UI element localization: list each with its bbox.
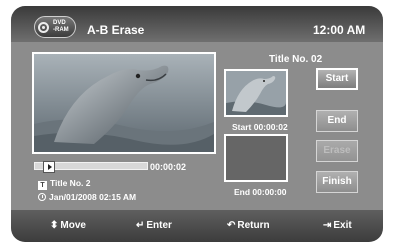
exit-label: Exit: [333, 220, 352, 231]
up-down-arrows-icon: ⬍: [50, 220, 59, 231]
dvd-ram-badge: DVD -RAM: [34, 16, 76, 38]
exit-hint[interactable]: ⇥ Exit: [323, 220, 352, 231]
date-label: Jan/01/2008 02:15 AM: [49, 192, 137, 202]
exit-icon: ⇥: [323, 220, 332, 231]
date-info: Jan/01/2008 02:15 AM: [38, 192, 136, 202]
clock-icon: [38, 193, 46, 201]
move-hint[interactable]: ⬍ Move: [50, 220, 86, 231]
video-preview: [32, 52, 216, 154]
title-number: Title No. 02: [269, 54, 323, 65]
disc-line1: DVD: [53, 20, 66, 26]
enter-label: Enter: [146, 220, 172, 231]
menu-title: A-B Erase: [87, 23, 145, 37]
disc-line2: -RAM: [53, 27, 69, 33]
progress-bar[interactable]: [34, 161, 148, 173]
dvd-menu-frame: DVD -RAM A-B Erase 12:00 AM 00:00:02 T T…: [11, 6, 383, 242]
disc-icon: [38, 22, 49, 33]
start-time: Start 00:00:02: [232, 122, 288, 132]
end-time: End 00:00:00: [234, 187, 287, 197]
erase-button[interactable]: Erase: [316, 140, 358, 162]
return-label: Return: [237, 220, 270, 231]
title-info: T Title No. 2: [38, 178, 90, 190]
menu-footer: ⬍ Move ↵ Enter ↶ Return ⇥ Exit: [11, 210, 383, 242]
enter-hint[interactable]: ↵ Enter: [136, 220, 172, 231]
move-label: Move: [60, 220, 86, 231]
start-button[interactable]: Start: [316, 68, 358, 90]
dolphin-thumbnail-image: [226, 71, 286, 115]
elapsed-time: 00:00:02: [150, 162, 187, 172]
progress-handle[interactable]: [43, 161, 55, 173]
return-icon: ↶: [227, 220, 236, 231]
menu-body: 00:00:02 T Title No. 2 Jan/01/2008 02:15 …: [11, 42, 383, 210]
disc-type-label: DVD -RAM: [53, 20, 69, 34]
menu-header: DVD -RAM A-B Erase 12:00 AM: [11, 6, 383, 42]
dolphin-image: [34, 54, 214, 152]
finish-button[interactable]: Finish: [316, 171, 358, 193]
end-button[interactable]: End: [316, 110, 358, 132]
enter-icon: ↵: [136, 220, 145, 231]
clock: 12:00 AM: [313, 23, 366, 37]
title-label: Title No. 2: [50, 178, 91, 188]
title-icon: T: [38, 181, 47, 190]
end-thumbnail: [224, 134, 288, 182]
start-thumbnail: [224, 69, 288, 117]
return-hint[interactable]: ↶ Return: [227, 220, 270, 231]
